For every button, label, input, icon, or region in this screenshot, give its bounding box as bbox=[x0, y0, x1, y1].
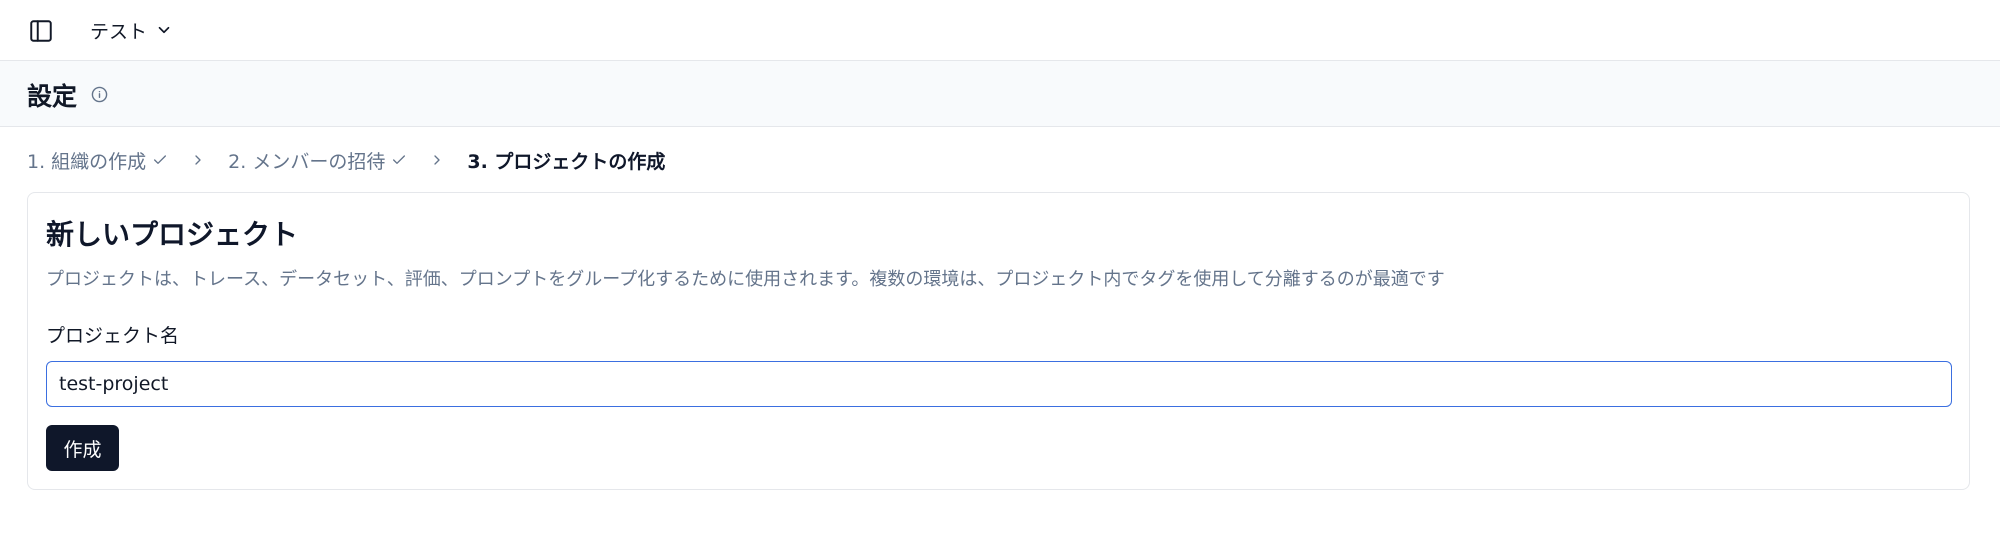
chevron-right-icon bbox=[429, 152, 445, 168]
step-create-organization: 1. 組織の作成 bbox=[27, 147, 168, 174]
card-description: プロジェクトは、トレース、データセット、評価、プロンプトをグループ化するために使… bbox=[46, 269, 1445, 290]
step-label: 1. 組織の作成 bbox=[27, 150, 147, 173]
page-title: 設定 bbox=[27, 82, 78, 111]
new-project-card: 新しいプロジェクト プロジェクトは、トレース、データセット、評価、プロンプトをグ… bbox=[27, 192, 1970, 490]
card-title: 新しいプロジェクト bbox=[46, 218, 299, 251]
project-name-label: プロジェクト名 bbox=[46, 325, 180, 347]
step-label: 3. プロジェクトの作成 bbox=[467, 150, 666, 173]
step-invite-members: 2. メンバーの招待 bbox=[228, 147, 407, 174]
check-icon bbox=[154, 155, 167, 164]
setup-stepper: 1. 組織の作成 2. メンバーの招待 3. プロジェクトの作成 bbox=[27, 146, 665, 174]
create-button[interactable]: 作成 bbox=[46, 425, 119, 471]
chevron-right-icon bbox=[190, 152, 206, 168]
info-circle-icon[interactable] bbox=[90, 85, 108, 103]
check-icon bbox=[393, 155, 406, 164]
project-name-input[interactable] bbox=[46, 361, 1952, 407]
sidebar-panel-icon bbox=[30, 20, 52, 42]
sidebar-toggle-button[interactable] bbox=[26, 16, 56, 46]
project-switcher[interactable]: テスト bbox=[90, 14, 173, 46]
top-bar: テスト bbox=[0, 0, 2000, 61]
project-switcher-label: テスト bbox=[90, 20, 148, 43]
step-label: 2. メンバーの招待 bbox=[228, 150, 386, 173]
step-create-project: 3. プロジェクトの作成 bbox=[467, 147, 665, 174]
page-header: 設定 bbox=[0, 61, 2000, 127]
chevron-down-icon bbox=[158, 26, 170, 34]
